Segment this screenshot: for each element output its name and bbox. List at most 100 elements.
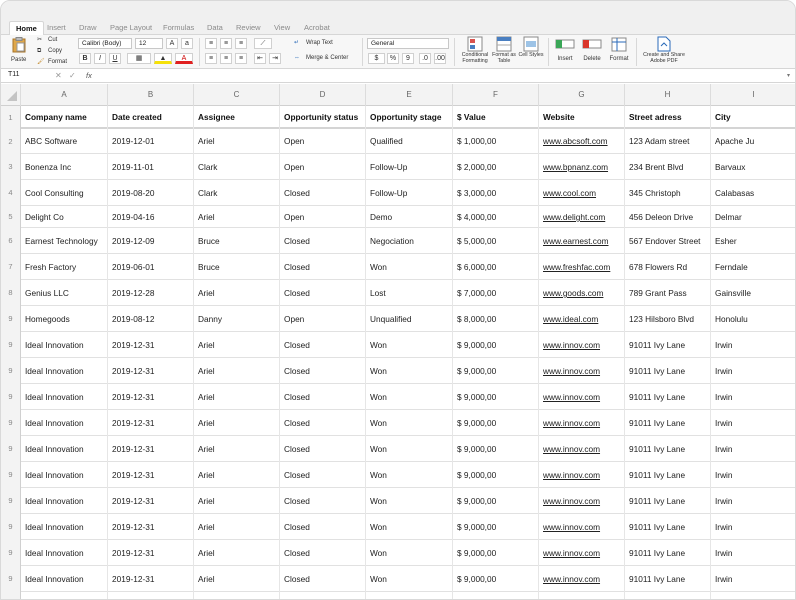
table-cell[interactable]: Ariel <box>194 358 280 384</box>
paste-button[interactable]: Paste <box>7 37 33 67</box>
decrease-indent-button[interactable]: ⇤ <box>254 53 266 64</box>
table-cell[interactable]: Follow-Up <box>366 180 453 206</box>
row-number[interactable]: 9 <box>1 436 21 462</box>
insert-cells-button[interactable]: Insert <box>552 36 578 68</box>
delete-cells-button[interactable]: Delete <box>579 36 605 68</box>
website-link-cell[interactable]: www.ideal.com <box>539 306 625 332</box>
website-link-cell[interactable]: www.innov.com <box>539 566 625 592</box>
table-cell[interactable]: Closed <box>280 436 366 462</box>
table-cell[interactable]: Barvaux <box>711 154 795 180</box>
table-cell[interactable]: Closed <box>280 592 366 599</box>
header-cell[interactable]: Website <box>539 106 625 129</box>
table-cell[interactable]: Delight Co <box>21 206 108 228</box>
table-cell[interactable]: 91011 Ivy Lane <box>625 332 711 358</box>
table-cell[interactable]: Won <box>366 254 453 280</box>
table-cell[interactable]: 91011 Ivy Lane <box>625 488 711 514</box>
table-cell[interactable]: 234 Brent Blvd <box>625 154 711 180</box>
comma-button[interactable]: 9 <box>402 53 414 64</box>
font-color-button[interactable]: A <box>175 53 193 64</box>
table-cell[interactable]: 2019-12-31 <box>108 436 194 462</box>
table-cell[interactable]: 2019-12-01 <box>108 129 194 154</box>
table-cell[interactable]: 2019-12-28 <box>108 280 194 306</box>
table-cell[interactable]: 2019-06-01 <box>108 254 194 280</box>
table-cell[interactable]: Won <box>366 488 453 514</box>
table-cell[interactable]: Ariel <box>194 280 280 306</box>
table-cell[interactable]: Closed <box>280 566 366 592</box>
table-cell[interactable]: 91011 Ivy Lane <box>625 358 711 384</box>
table-cell[interactable]: Won <box>366 358 453 384</box>
fill-color-button[interactable]: ▲ <box>154 53 172 64</box>
column-header-d[interactable]: D <box>280 84 366 106</box>
website-link-cell[interactable]: www.innov.com <box>539 540 625 566</box>
website-link-cell[interactable]: www.cool.com <box>539 180 625 206</box>
table-cell[interactable]: Irwin <box>711 514 795 540</box>
table-cell[interactable]: 2019-08-12 <box>108 306 194 332</box>
table-cell[interactable]: Closed <box>280 228 366 254</box>
table-cell[interactable]: Irwin <box>711 410 795 436</box>
row-number[interactable]: 9 <box>1 540 21 566</box>
table-cell[interactable]: Open <box>280 306 366 332</box>
table-cell[interactable]: Qualified <box>366 129 453 154</box>
table-cell[interactable]: Ideal Innovation <box>21 540 108 566</box>
align-bottom-button[interactable]: ≡ <box>235 38 247 49</box>
row-number[interactable]: 9 <box>1 410 21 436</box>
conditional-formatting-button[interactable]: Conditional Formatting <box>458 36 492 68</box>
table-cell[interactable]: 91011 Ivy Lane <box>625 384 711 410</box>
website-link-cell[interactable]: www.innov.com <box>539 462 625 488</box>
website-link-cell[interactable]: www.innov.com <box>539 332 625 358</box>
table-cell[interactable]: Ideal Innovation <box>21 592 108 599</box>
number-format-select[interactable]: General <box>367 38 449 49</box>
table-cell[interactable]: $ 1,000,00 <box>453 129 539 154</box>
tab-data[interactable]: Data <box>207 21 223 35</box>
decrease-decimal-button[interactable]: .00 <box>434 53 446 64</box>
table-cell[interactable]: Ideal Innovation <box>21 514 108 540</box>
row-number[interactable]: 9 <box>1 332 21 358</box>
table-cell[interactable]: Won <box>366 566 453 592</box>
table-cell[interactable]: Irwin <box>711 332 795 358</box>
table-cell[interactable]: Bruce <box>194 228 280 254</box>
percent-button[interactable]: % <box>387 53 399 64</box>
table-cell[interactable]: $ 5,000,00 <box>453 228 539 254</box>
table-cell[interactable]: 2019-12-31 <box>108 332 194 358</box>
row-number[interactable]: 6 <box>1 228 21 254</box>
table-cell[interactable]: $ 9,000,00 <box>453 566 539 592</box>
table-cell[interactable]: 2019-12-31 <box>108 540 194 566</box>
table-cell[interactable]: 2019-12-31 <box>108 566 194 592</box>
table-cell[interactable]: $ 8,000,00 <box>453 306 539 332</box>
header-cell[interactable]: Company name <box>21 106 108 129</box>
table-cell[interactable]: Won <box>366 332 453 358</box>
tab-insert[interactable]: Insert <box>47 21 66 35</box>
table-cell[interactable]: Irwin <box>711 358 795 384</box>
table-cell[interactable]: Irwin <box>711 436 795 462</box>
column-header-a[interactable]: A <box>21 84 108 106</box>
table-cell[interactable]: Delmar <box>711 206 795 228</box>
confirm-icon[interactable]: ✓ <box>69 72 76 80</box>
create-share-pdf-button[interactable]: Create and Share Adobe PDF <box>639 36 689 68</box>
website-link-cell[interactable]: www.innov.com <box>539 436 625 462</box>
tab-home[interactable]: Home <box>9 21 44 36</box>
table-cell[interactable]: Negociation <box>366 228 453 254</box>
column-header-h[interactable]: H <box>625 84 711 106</box>
table-cell[interactable]: $ 9,000,00 <box>453 358 539 384</box>
row-number[interactable]: 7 <box>1 254 21 280</box>
font-name-select[interactable]: Calibri (Body) <box>78 38 132 49</box>
row-number[interactable]: 9 <box>1 358 21 384</box>
format-painter-button[interactable]: 🖌 Format <box>37 58 71 67</box>
align-middle-button[interactable]: ≡ <box>220 38 232 49</box>
table-cell[interactable]: Cool Consulting <box>21 180 108 206</box>
table-cell[interactable]: Closed <box>280 280 366 306</box>
table-cell[interactable]: Homegoods <box>21 306 108 332</box>
table-cell[interactable]: Irwin <box>711 384 795 410</box>
table-cell[interactable]: Open <box>280 206 366 228</box>
column-header-e[interactable]: E <box>366 84 453 106</box>
table-cell[interactable]: 678 Flowers Rd <box>625 254 711 280</box>
table-cell[interactable]: Irwin <box>711 488 795 514</box>
bold-button[interactable]: B <box>79 53 91 64</box>
tab-page-layout[interactable]: Page Layout <box>110 21 152 35</box>
table-cell[interactable]: 2019-12-31 <box>108 384 194 410</box>
table-cell[interactable]: Fresh Factory <box>21 254 108 280</box>
website-link-cell[interactable]: www.innov.com <box>539 592 625 599</box>
table-cell[interactable]: Demo <box>366 206 453 228</box>
table-cell[interactable]: $ 6,000,00 <box>453 254 539 280</box>
row-number[interactable]: 8 <box>1 280 21 306</box>
